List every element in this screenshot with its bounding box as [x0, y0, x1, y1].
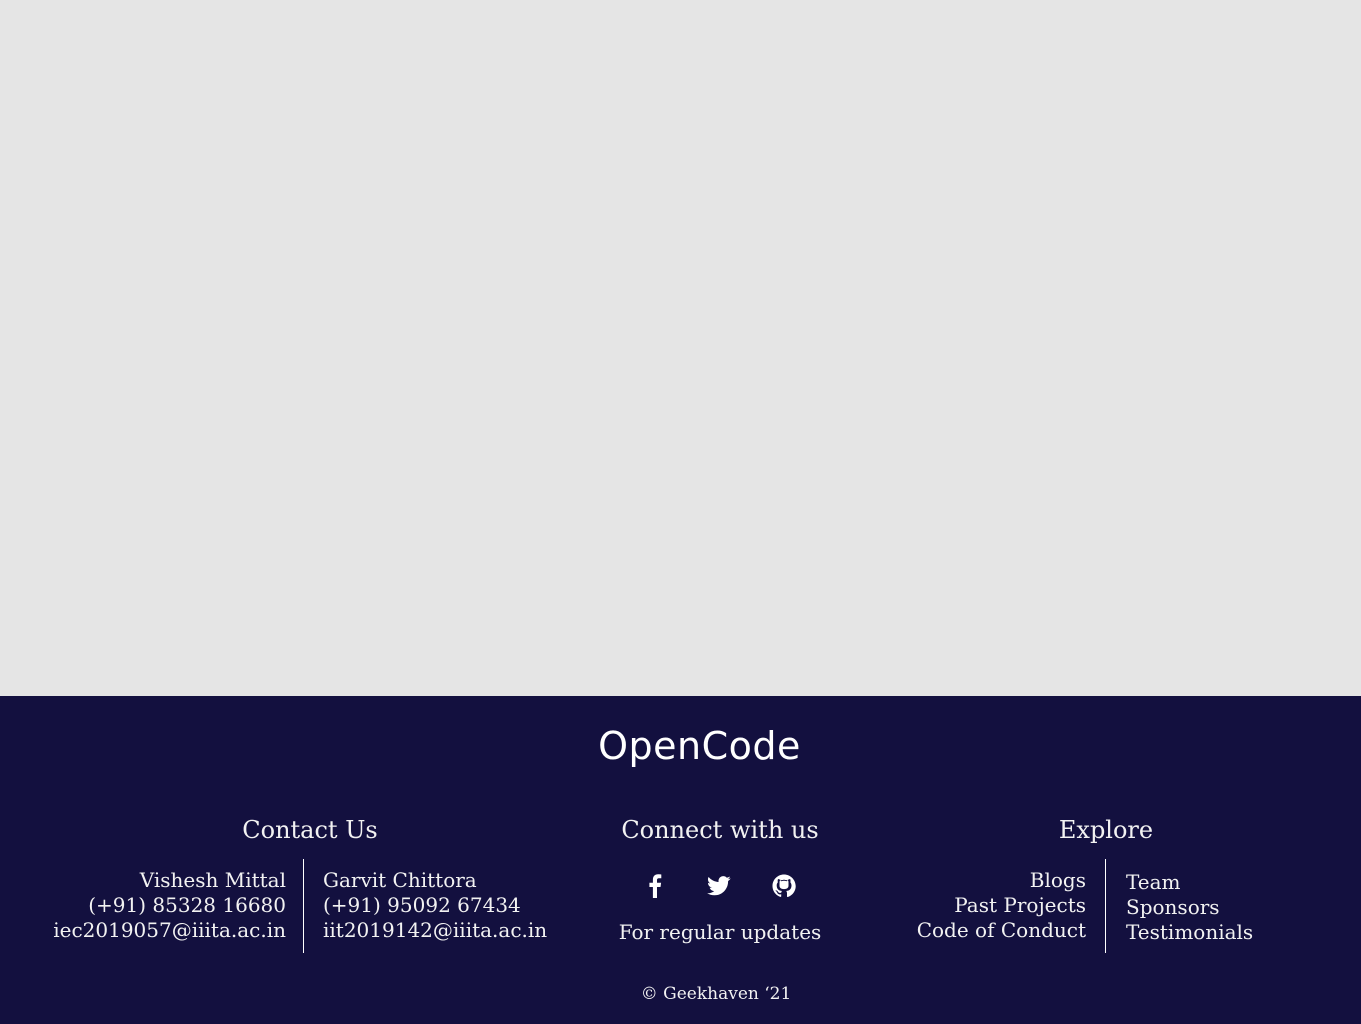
explore-links-left: Blogs Past Projects Code of Conduct — [880, 868, 1086, 943]
link-code-of-conduct[interactable]: Code of Conduct — [880, 918, 1086, 943]
facebook-icon[interactable] — [641, 872, 669, 900]
connect-tagline: For regular updates — [618, 920, 822, 944]
social-links — [633, 872, 805, 900]
twitter-glyph — [707, 876, 731, 896]
contact-heading: Contact Us — [242, 816, 378, 844]
contact-email[interactable]: iit2019142@iiita.ac.in — [323, 918, 547, 943]
link-sponsors[interactable]: Sponsors — [1126, 895, 1253, 920]
link-team[interactable]: Team — [1126, 870, 1253, 895]
twitter-icon[interactable] — [705, 872, 733, 900]
site-footer: OpenCode Contact Us Vishesh Mittal (+91)… — [0, 696, 1361, 1024]
github-icon[interactable] — [770, 872, 798, 900]
facebook-glyph — [649, 874, 662, 898]
contact-email[interactable]: iec2019057@iiita.ac.in — [40, 918, 286, 943]
main-content-area — [0, 0, 1361, 696]
brand-text: OpenCode — [598, 724, 801, 768]
connect-heading: Connect with us — [621, 816, 819, 844]
contact-person-1: Vishesh Mittal (+91) 85328 16680 iec2019… — [40, 868, 286, 943]
contact-phone[interactable]: (+91) 85328 16680 — [40, 893, 286, 918]
copyright-text: © Geekhaven ‘21 — [640, 984, 792, 1004]
contact-phone[interactable]: (+91) 95092 67434 — [323, 893, 547, 918]
link-past-projects[interactable]: Past Projects — [880, 893, 1086, 918]
github-glyph — [772, 874, 796, 898]
page: OpenCode Contact Us Vishesh Mittal (+91)… — [0, 0, 1361, 1024]
footer-brand-logo[interactable]: OpenCode — [0, 724, 1361, 768]
contact-name: Vishesh Mittal — [139, 868, 286, 892]
link-testimonials[interactable]: Testimonials — [1126, 920, 1253, 945]
contact-name: Garvit Chittora — [323, 868, 477, 892]
explore-heading: Explore — [1058, 816, 1154, 844]
link-blogs[interactable]: Blogs — [880, 868, 1086, 893]
explore-divider — [1105, 859, 1106, 953]
explore-links-right: Team Sponsors Testimonials — [1126, 870, 1253, 945]
contact-person-2: Garvit Chittora (+91) 95092 67434 iit201… — [323, 868, 547, 943]
contact-divider — [303, 859, 304, 953]
